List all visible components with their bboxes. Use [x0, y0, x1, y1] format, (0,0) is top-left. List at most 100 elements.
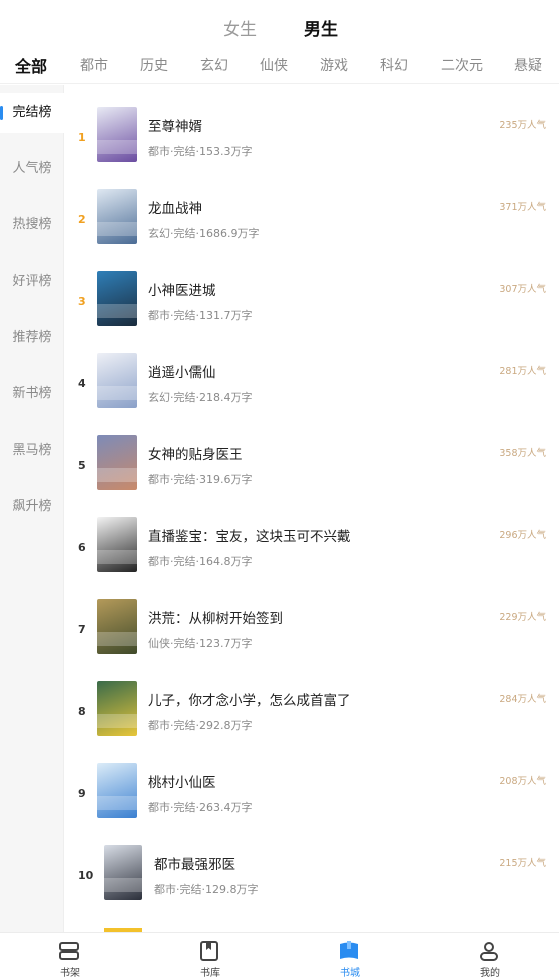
sidebar-item-label: 飙升榜	[12, 499, 52, 514]
sidebar-item-label: 黑马榜	[12, 443, 52, 458]
category-bar: 全部 都市 历史 玄幻 仙侠 游戏 科幻 二次元 悬疑	[0, 50, 559, 84]
tab-male[interactable]: 男生	[304, 15, 338, 40]
book-item[interactable]: 3 小神医进城 都市·完结·131.7万字 307万人气	[64, 249, 559, 331]
book-meta: 都市·完结·131.7万字	[148, 309, 253, 322]
book-title: 都市最强邪医	[154, 857, 235, 873]
profile-icon	[480, 942, 498, 961]
category-history[interactable]: 历史	[140, 55, 168, 75]
book-item[interactable]: 8 儿子，你才念小学，怎么成首富了 都市·完结·292.8万字 284万人气	[64, 659, 559, 741]
rank-number: 7	[78, 623, 86, 636]
sidebar-item-new-books[interactable]: 新书榜	[0, 374, 64, 414]
sidebar-item-label: 完结榜	[12, 105, 52, 120]
category-urban[interactable]: 都市	[80, 55, 108, 75]
book-meta: 都市·完结·263.4万字	[148, 801, 253, 814]
popularity-count: 296万人气	[499, 530, 546, 541]
book-meta: 玄幻·完结·1686.9万字	[148, 227, 260, 240]
category-scifi[interactable]: 科幻	[380, 55, 408, 75]
sidebar-item-popular[interactable]: 人气榜	[0, 149, 64, 189]
rank-number: 3	[78, 295, 86, 308]
book-list: 1 至尊神婿 都市·完结·153.3万字 235万人气 2 龙血战神 玄幻·完结…	[64, 85, 559, 932]
book-title: 桃村小仙医	[148, 775, 216, 791]
bookstore-icon	[340, 941, 358, 959]
nav-profile[interactable]: 我的	[420, 933, 559, 977]
popularity-count: 307万人气	[499, 284, 546, 295]
book-cover	[97, 517, 137, 572]
book-title: 龙血战神	[148, 201, 202, 217]
book-title: 洪荒：从柳树开始签到	[148, 611, 283, 627]
sidebar-item-label: 人气榜	[12, 161, 52, 176]
book-meta: 都市·完结·164.8万字	[148, 555, 253, 568]
rank-number: 6	[78, 541, 86, 554]
book-meta: 都市·完结·292.8万字	[148, 719, 253, 732]
book-meta: 都市·完结·153.3万字	[148, 145, 253, 158]
nav-label: 书库	[200, 968, 220, 977]
rank-number: 2	[78, 213, 86, 226]
book-title: 至尊神婿	[148, 119, 202, 135]
book-cover	[97, 763, 137, 818]
book-meta: 玄幻·完结·218.4万字	[148, 391, 253, 404]
category-xianxia[interactable]: 仙侠	[260, 55, 288, 75]
nav-bookstore[interactable]: 书城	[280, 933, 420, 977]
nav-label: 书架	[60, 968, 80, 977]
book-cover	[97, 107, 137, 162]
nav-label: 我的	[480, 968, 500, 977]
book-item[interactable]: 6 直播鉴宝：宝友，这块玉可不兴戴 都市·完结·164.8万字 296万人气	[64, 495, 559, 577]
ranking-sidebar: 完结榜 人气榜 热搜榜 好评榜 推荐榜 新书榜 黑马榜 飙升榜	[0, 85, 64, 932]
nav-label: 书城	[340, 968, 360, 977]
sidebar-item-label: 新书榜	[12, 386, 52, 401]
nav-library[interactable]: 书库	[140, 933, 280, 977]
category-game[interactable]: 游戏	[320, 55, 348, 75]
category-anime[interactable]: 二次元	[441, 55, 483, 75]
book-meta: 都市·完结·129.8万字	[154, 883, 259, 896]
rank-number: 8	[78, 705, 86, 718]
category-mystery[interactable]: 悬疑	[514, 55, 542, 75]
active-indicator	[0, 106, 3, 120]
sidebar-item-label: 热搜榜	[12, 217, 52, 232]
book-item[interactable]: 10 都市最强邪医 都市·完结·129.8万字 215万人气	[64, 823, 559, 905]
rank-number: 5	[78, 459, 86, 472]
book-cover	[97, 599, 137, 654]
book-title: 直播鉴宝：宝友，这块玉可不兴戴	[148, 529, 351, 545]
gender-tabs: 女生 男生	[0, 0, 559, 50]
popularity-count: 229万人气	[499, 612, 546, 623]
sidebar-item-dark-horse[interactable]: 黑马榜	[0, 431, 64, 471]
popularity-count: 281万人气	[499, 366, 546, 377]
popularity-count: 215万人气	[499, 858, 546, 869]
book-icon	[200, 941, 218, 961]
sidebar-item-rising[interactable]: 飙升榜	[0, 487, 64, 527]
book-item[interactable]: 5 女神的贴身医王 都市·完结·319.6万字 358万人气	[64, 413, 559, 495]
book-title: 儿子，你才念小学，怎么成首富了	[148, 693, 351, 709]
book-meta: 都市·完结·319.6万字	[148, 473, 253, 486]
book-item[interactable]: 1 至尊神婿 都市·完结·153.3万字 235万人气	[64, 85, 559, 167]
book-item[interactable]: 7 洪荒：从柳树开始签到 仙侠·完结·123.7万字 229万人气	[64, 577, 559, 659]
rank-number: 4	[78, 377, 86, 390]
bookshelf-icon	[59, 942, 79, 960]
book-item[interactable]: 4 逍遥小儒仙 玄幻·完结·218.4万字 281万人气	[64, 331, 559, 413]
bottom-nav: 书架 书库 书城 我的	[0, 932, 559, 977]
book-title: 小神医进城	[148, 283, 216, 299]
book-cover	[97, 435, 137, 490]
category-all[interactable]: 全部	[15, 53, 47, 77]
book-cover	[97, 189, 137, 244]
book-cover	[104, 845, 142, 900]
sidebar-item-completed[interactable]: 完结榜	[0, 93, 64, 133]
category-fantasy[interactable]: 玄幻	[200, 55, 228, 75]
popularity-count: 371万人气	[499, 202, 546, 213]
popularity-count: 358万人气	[499, 448, 546, 459]
sidebar-item-label: 推荐榜	[12, 330, 52, 345]
sidebar-item-hot-search[interactable]: 热搜榜	[0, 205, 64, 245]
book-item[interactable]: 9 桃村小仙医 都市·完结·263.4万字 208万人气	[64, 741, 559, 823]
rank-number: 1	[78, 131, 86, 144]
popularity-count: 284万人气	[499, 694, 546, 705]
sidebar-item-recommended[interactable]: 推荐榜	[0, 318, 64, 358]
rank-number: 10	[78, 869, 94, 882]
book-cover	[97, 353, 137, 408]
nav-bookshelf[interactable]: 书架	[0, 933, 140, 977]
book-title: 逍遥小儒仙	[148, 365, 216, 381]
book-item[interactable]: 2 龙血战神 玄幻·完结·1686.9万字 371万人气	[64, 167, 559, 249]
tab-female[interactable]: 女生	[223, 15, 257, 40]
popularity-count: 208万人气	[499, 776, 546, 787]
rank-number: 9	[78, 787, 86, 800]
popularity-count: 235万人气	[499, 120, 546, 131]
sidebar-item-top-rated[interactable]: 好评榜	[0, 262, 64, 302]
